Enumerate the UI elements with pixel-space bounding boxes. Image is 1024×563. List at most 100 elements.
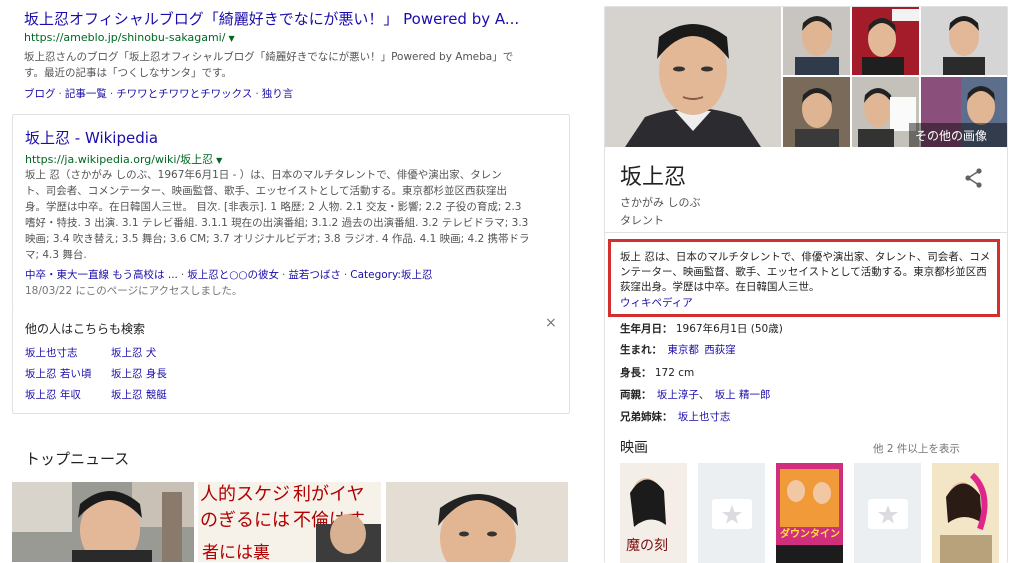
- snippet-line: 嗜好・特技. 3 出演. 3.1 テレビ番組. 3.1.1 現在の出演番組; 3…: [25, 217, 529, 229]
- fact-label: 兄弟姉妹: [620, 411, 662, 423]
- main-portrait-image[interactable]: [605, 7, 781, 147]
- sitelink-chihuahua[interactable]: チワワとチワワとチワックス: [116, 88, 252, 100]
- result-title-link[interactable]: 坂上忍オフィシャルブログ「綺麗好きでなにが悪い！」 Powered by A..…: [24, 8, 554, 29]
- fact-birthdate: 生年月日： 1967年6月1日 (50歳): [620, 323, 783, 335]
- movies-row: 魔の刻 ダウンタイン: [620, 463, 1000, 563]
- news-image-2[interactable]: 人的スケジ のぎるには 利がイヤ 不倫はす 者には裏: [198, 482, 381, 562]
- gallery-person-icon: [783, 7, 850, 75]
- fact-label: 生年月日: [620, 323, 662, 335]
- result-url[interactable]: https://ameblo.jp/shinobu-sakagami/▼: [24, 31, 235, 44]
- close-icon[interactable]: ×: [545, 315, 557, 331]
- sitelink-articles[interactable]: 記事一覧: [65, 88, 107, 100]
- news-overlay-text: 者には裏: [202, 543, 270, 562]
- movie-poster[interactable]: ダウンタイン: [776, 463, 843, 563]
- gallery-image[interactable]: [783, 77, 850, 147]
- poster-woman-icon: [932, 463, 999, 563]
- news-photo-person-icon: [386, 482, 568, 562]
- gallery-person-icon: [921, 7, 1007, 75]
- also-searched-item[interactable]: 坂上忍 競艇: [111, 387, 167, 402]
- snippet-line: 身。学歴は中卒。在日韓国人三世。 目次. [非表示]. 1 略歴; 2 人物. …: [25, 201, 522, 213]
- also-searched-item[interactable]: 坂上忍 身長: [111, 366, 167, 381]
- sitelink-category[interactable]: Category:坂上忍: [350, 269, 432, 281]
- poster-title: ダウンタイン: [780, 529, 840, 540]
- svg-text:人的スケジ: 人的スケジ: [200, 484, 290, 505]
- movies-title: 映画: [620, 440, 648, 456]
- fact-link[interactable]: 坂上淳子: [657, 389, 699, 401]
- sitelink-education[interactable]: 中卒・東大一直線 もう高校は ...: [25, 269, 178, 281]
- sitelink-girlfriend[interactable]: 坂上忍と○○の彼女: [187, 269, 279, 281]
- gallery-person-icon: [783, 77, 850, 147]
- snippet-line: 坂上 忍（さかがみ しのぶ、1967年6月1日 - ）は、日本のマルチタレントで…: [25, 169, 502, 181]
- knowledge-panel: その他の画像 坂上忍 さかがみ しのぶ タレント 坂上 忍は、日本のマルチタレン…: [604, 6, 1008, 563]
- fact-siblings: 兄弟姉妹： 坂上也寸志: [620, 411, 731, 423]
- result-snippet: 坂上 忍（さかがみ しのぶ、1967年6月1日 - ）は、日本のマルチタレントで…: [25, 167, 565, 263]
- fact-birthplace: 生まれ： 東京都 西荻窪: [620, 344, 736, 356]
- entity-name: 坂上忍: [620, 165, 687, 190]
- film-placeholder-icon: [712, 499, 752, 529]
- entity-reading: さかがみ しのぶ: [620, 196, 701, 209]
- sitelink-blog[interactable]: ブログ: [24, 88, 56, 100]
- entity-description: 坂上 忍は、日本のマルチタレントで、俳優や演出家、タレント、司会者、コメンテータ…: [620, 251, 991, 293]
- news-image-3[interactable]: [386, 482, 568, 562]
- gallery-person-icon: [852, 7, 919, 75]
- svg-text:のぎるには: のぎるには: [200, 510, 290, 531]
- top-news-title: トップニュース: [25, 450, 130, 468]
- gallery-image[interactable]: [852, 7, 919, 75]
- fact-value: 172 cm: [654, 367, 695, 379]
- fact-link[interactable]: 坂上 精一郎: [715, 389, 771, 401]
- share-icon[interactable]: [963, 167, 985, 193]
- movie-poster[interactable]: [932, 463, 999, 563]
- sitelink-monologue[interactable]: 独り言: [262, 88, 294, 100]
- fact-label: 身長: [620, 367, 641, 379]
- result-url[interactable]: https://ja.wikipedia.org/wiki/坂上忍 ▼: [25, 151, 222, 167]
- movies-more-link[interactable]: 他 2 件以上を表示: [873, 441, 960, 456]
- movie-poster-placeholder[interactable]: [698, 463, 765, 563]
- fact-label: 生まれ: [620, 344, 652, 356]
- also-searched-box: 他の人はこちらも検索 × 坂上也寸志 坂上忍 犬 坂上忍 若い頃 坂上忍 身長 …: [12, 305, 570, 414]
- fact-link[interactable]: 西荻窪: [704, 344, 736, 356]
- more-images-label: その他の画像: [915, 129, 988, 143]
- gallery-image[interactable]: [783, 7, 850, 75]
- movie-poster-placeholder[interactable]: [854, 463, 921, 563]
- fact-link[interactable]: 東京都: [667, 344, 699, 356]
- svg-text:利がイヤ: 利がイヤ: [293, 484, 364, 505]
- snippet-line: す。最近の記事は「つくしなサンタ」です。: [24, 67, 232, 79]
- fact-parents: 両親： 坂上淳子、 坂上 精一郎: [620, 389, 771, 401]
- fact-height: 身長： 172 cm: [620, 367, 695, 379]
- url-dropdown-icon[interactable]: ▼: [228, 34, 234, 43]
- fact-label: 両親: [620, 389, 641, 401]
- result-snippet: 坂上忍さんのブログ「坂上忍オフィシャルブログ「綺麗好きでなにが悪い！」Power…: [24, 49, 564, 81]
- poster-group-icon: [776, 463, 843, 563]
- movie-poster[interactable]: 魔の刻: [620, 463, 687, 563]
- also-searched-item[interactable]: 坂上忍 若い頃: [25, 366, 91, 381]
- url-dropdown-icon[interactable]: ▼: [216, 156, 222, 165]
- facts-list: 生年月日： 1967年6月1日 (50歳) 生まれ： 東京都 西荻窪 身長： 1…: [620, 321, 1000, 431]
- snippet-line: 坂上忍さんのブログ「坂上忍オフィシャルブログ「綺麗好きでなにが悪い！」Power…: [24, 51, 514, 63]
- sitelinks: 中卒・東大一直線 もう高校は ... · 坂上忍と○○の彼女 · 益若つばさ · Categ…: [25, 269, 433, 281]
- divider: [605, 232, 1007, 233]
- sitelinks: ブログ · 記事一覧 · チワワとチワワとチワックス · 独り言: [24, 88, 294, 100]
- fact-link[interactable]: 坂上也寸志: [678, 411, 731, 423]
- result-url-text: https://ameblo.jp/shinobu-sakagami/: [24, 31, 226, 44]
- also-searched-item[interactable]: 坂上忍 犬: [111, 345, 156, 360]
- snippet-line: マ; 4.3 舞台.: [25, 249, 87, 261]
- film-placeholder-icon: [868, 499, 908, 529]
- poster-title: 魔の刻: [626, 538, 668, 554]
- news-photo-person-icon: [12, 482, 194, 562]
- wikipedia-source-link[interactable]: ウィキペディア: [620, 295, 693, 310]
- visited-note: 18/03/22 にこのページにアクセスしました。: [25, 285, 243, 297]
- also-searched-item[interactable]: 坂上忍 年収: [25, 387, 81, 402]
- also-searched-title: 他の人はこちらも検索: [25, 322, 146, 336]
- also-searched-item[interactable]: 坂上也寸志: [25, 345, 78, 360]
- gallery-image[interactable]: [921, 7, 1007, 75]
- sitelink-masuwaka[interactable]: 益若つばさ: [288, 269, 341, 281]
- news-image-1[interactable]: [12, 482, 194, 562]
- result-title-link[interactable]: 坂上忍 - Wikipedia: [25, 127, 158, 148]
- portrait-person-icon: [605, 7, 781, 147]
- result-url-text: https://ja.wikipedia.org/wiki/坂上忍: [25, 153, 214, 166]
- search-result-ameblo: 坂上忍オフィシャルブログ「綺麗好きでなにが悪い！」 Powered by A..…: [24, 8, 564, 108]
- snippet-line: ト、司会者、コメンテーター、映画監督、歌手、エッセイストとして活動する。東京都杉…: [25, 185, 508, 197]
- more-images-overlay[interactable]: その他の画像: [909, 123, 1007, 147]
- snippet-line: 映画; 3.4 吹き替え; 3.5 舞台; 3.6 CM; 3.7 オリジナルビ…: [25, 233, 530, 245]
- description-highlight-box: 坂上 忍は、日本のマルチタレントで、俳優や演出家、タレント、司会者、コメンテータ…: [608, 239, 1000, 317]
